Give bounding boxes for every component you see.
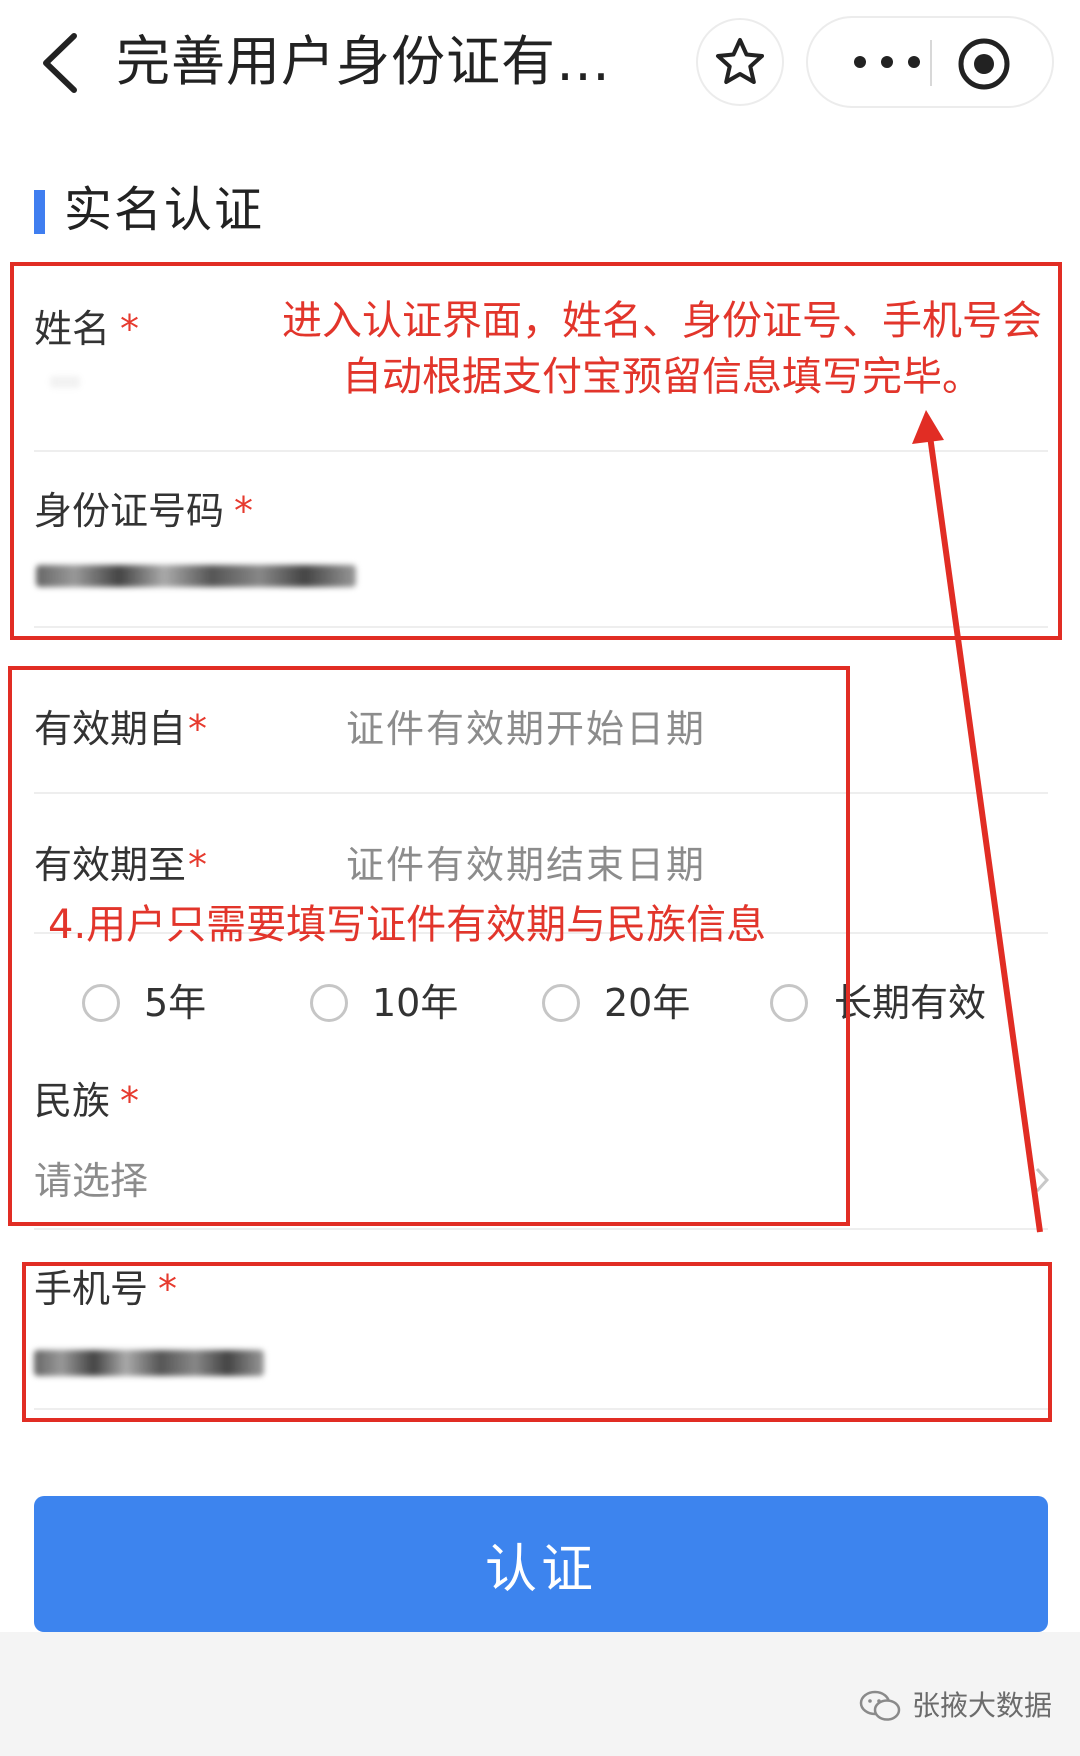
annotation-arrow xyxy=(912,410,1043,1233)
